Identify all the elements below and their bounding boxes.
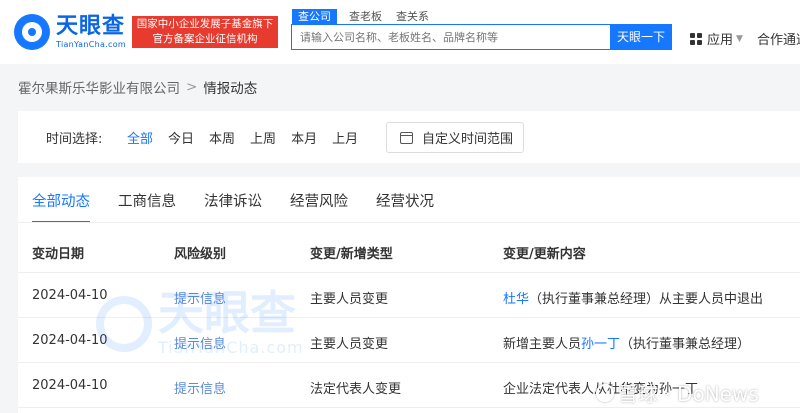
top-header: 天眼查 TianYanCha.com 国家中小企业发展子基金旗下 官方备案企业征… [0,0,800,64]
breadcrumb-current: 情报动态 [203,81,258,97]
search-type-tabs: 查公司 查老板 查关系 [292,9,443,24]
time-option-today[interactable]: 今日 [168,128,194,147]
logo-text: 天眼查 TianYanCha.com [56,13,126,49]
time-filter-card: 时间选择: 全部 今日 本周 上周 本月 上月 自定义时间范围 [18,111,800,163]
tab-business-info[interactable]: 工商信息 [118,190,176,223]
breadcrumb-company[interactable]: 霍尔果斯乐华影业有限公司 [18,77,180,97]
row-change-type: 主要人员变更 [310,337,389,352]
site-logo[interactable]: 天眼查 TianYanCha.com [14,14,126,50]
time-option-last-month[interactable]: 上月 [332,128,358,147]
search-input[interactable] [292,25,611,49]
content-text: （执行董事兼总经理） [620,337,751,352]
tab-operating-risk[interactable]: 经营风险 [290,190,348,223]
tab-legal[interactable]: 法律诉讼 [204,190,262,223]
coop-link[interactable]: 合作通道 [757,29,800,48]
logo-title: 天眼查 [56,13,126,39]
time-option-this-month[interactable]: 本月 [291,128,317,147]
snowball-icon [596,383,614,402]
time-filter-label: 时间选择: [46,132,103,147]
table-header: 变动日期 风险级别 变更/新增类型 变更/更新内容 [18,231,800,273]
row-date: 2024-04-10 [32,378,108,393]
time-option-this-week[interactable]: 本周 [209,128,235,147]
search-tab-boss[interactable]: 查老板 [349,9,382,24]
search-tab-company[interactable]: 查公司 [292,9,337,24]
content-text: （执行董事兼总经理）从主要人员中退出 [529,292,764,307]
category-tabs: 全部动态 工商信息 法律诉讼 经营风险 经营状况 [32,190,462,223]
tab-all-dynamics[interactable]: 全部动态 [32,190,90,223]
header-date: 变动日期 [32,247,85,262]
custom-range-label: 自定义时间范围 [422,132,514,147]
source-watermark-text: 雪球 · DoNews [618,382,759,406]
badge-line-1: 国家中小企业发展子基金旗下 [136,18,274,30]
apps-label: 应用 [707,33,734,48]
row-date: 2024-04-10 [32,288,108,303]
logo-eye-icon [14,14,50,50]
source-watermark: 雪球 · DoNews [596,378,759,407]
logo-domain: TianYanCha.com [56,39,126,49]
certification-badge: 国家中小企业发展子基金旗下 官方备案企业征信机构 [132,16,278,48]
search-tab-relation[interactable]: 查关系 [396,9,429,24]
row-risk-level[interactable]: 提示信息 [174,333,226,352]
row-change-content: 新增主要人员孙一丁（执行董事兼总经理） [503,333,750,352]
row-risk-level[interactable]: 提示信息 [174,288,226,307]
apps-menu[interactable]: 应用 ▼ [690,29,743,48]
badge-line-2: 官方备案企业征信机构 [152,33,258,45]
time-option-all[interactable]: 全部 [127,128,153,147]
row-change-type: 主要人员变更 [310,292,389,307]
search-box [291,24,611,50]
row-risk-level[interactable]: 提示信息 [174,378,226,397]
search-button[interactable]: 天眼一下 [610,24,672,50]
breadcrumb: 霍尔果斯乐华影业有限公司 > 情报动态 [18,77,257,97]
breadcrumb-separator: > [186,79,198,95]
header-change-content: 变更/更新内容 [503,247,586,262]
row-date: 2024-04-10 [32,333,108,348]
header-risk-level: 风险级别 [174,247,227,262]
custom-range-button[interactable]: 自定义时间范围 [386,122,524,153]
calendar-icon [400,131,413,144]
tabs-divider [18,222,800,223]
content-text: 新增主要人员 [503,337,582,352]
tab-operating-status[interactable]: 经营状况 [376,190,434,223]
person-link[interactable]: 杜华 [503,292,529,307]
table-row: 2024-04-10 提示信息 主要人员变更 杜华（执行董事兼总经理）从主要人员… [18,273,800,318]
time-filter-options: 全部 今日 本周 上周 本月 上月 [127,128,373,147]
person-link[interactable]: 孙一丁 [581,337,620,352]
time-option-last-week[interactable]: 上周 [250,128,276,147]
chevron-down-icon: ▼ [736,33,743,44]
table-row: 2024-04-10 提示信息 主要人员变更 新增主要人员孙一丁（执行董事兼总经… [18,318,800,363]
header-change-type: 变更/新增类型 [310,247,393,262]
grid-icon [690,32,702,45]
row-change-content: 杜华（执行董事兼总经理）从主要人员中退出 [503,288,763,307]
row-change-type: 法定代表人变更 [310,382,402,397]
